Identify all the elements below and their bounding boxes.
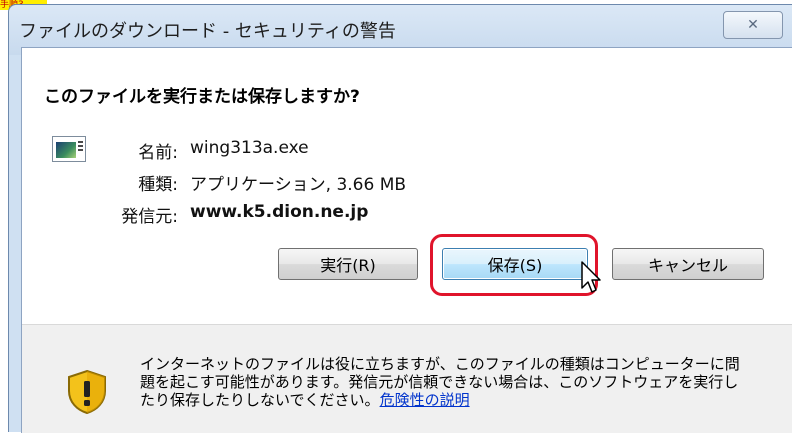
file-type-value: アプリケーション, 3.66 MB xyxy=(190,175,407,195)
file-name-value: wing313a.exe xyxy=(190,138,309,158)
file-type-label: 種類: xyxy=(138,175,178,195)
warning-message: インターネットのファイルは役に立ちますが、このファイルの種類はコンピューターに問… xyxy=(140,355,750,409)
window-title: ファイルのダウンロード - セキュリティの警告 xyxy=(19,21,396,42)
dialog-question: このファイルを実行または保存しますか? xyxy=(44,87,360,107)
file-name-label: 名前: xyxy=(138,143,178,163)
cancel-button[interactable]: キャンセル xyxy=(612,248,764,280)
security-shield-icon xyxy=(68,369,106,415)
run-button[interactable]: 実行(R) xyxy=(278,248,418,280)
file-source-label: 発信元: xyxy=(121,207,178,227)
risk-explanation-link[interactable]: 危険性の説明 xyxy=(380,391,470,409)
close-button[interactable]: ✕ xyxy=(723,11,783,39)
warning-footer: インターネットのファイルは役に立ちますが、このファイルの種類はコンピューターに問… xyxy=(22,324,792,433)
mouse-cursor-icon xyxy=(581,261,601,293)
dialog-body: このファイルを実行または保存しますか? 名前: wing313a.exe 種類:… xyxy=(21,47,792,433)
application-file-icon xyxy=(52,136,86,162)
close-icon: ✕ xyxy=(747,17,759,33)
download-dialog: ファイルのダウンロード - セキュリティの警告 ✕ このファイルを実行または保存… xyxy=(8,4,792,433)
file-source-value: www.k5.dion.ne.jp xyxy=(190,202,369,222)
save-button-highlight xyxy=(430,234,598,296)
